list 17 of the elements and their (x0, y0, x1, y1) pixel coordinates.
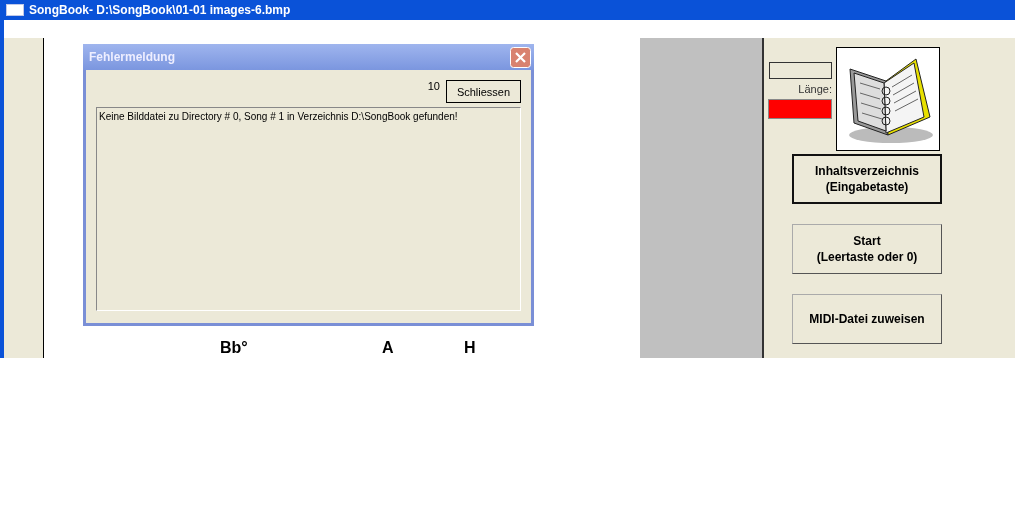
error-message: Keine Bilddatei zu Directory # 0, Song # 1 in Verzeichnis D:\SongBook gefunden! (99, 111, 458, 122)
close-button[interactable]: Schliessen (446, 80, 521, 103)
chord-label: A (382, 338, 395, 358)
info-field (769, 62, 832, 79)
close-icon[interactable] (510, 46, 531, 68)
panel-button[interactable]: Start (Leertaste oder 0) (792, 224, 942, 274)
panel-button[interactable]: MIDI-Datei zuweisen (792, 294, 942, 344)
length-label: Länge: (798, 83, 832, 95)
length-indicator (768, 99, 832, 119)
panel-button[interactable]: Inhaltsverzeichnis (Eingabetaste) (792, 154, 942, 204)
book-icon[interactable] (836, 47, 940, 151)
window-title: SongBook- D:\SongBook\01-01 images-6.bmp (29, 3, 291, 17)
chord-label: Bb° (220, 338, 249, 358)
dialog-title: Fehlermeldung (89, 50, 175, 64)
countdown-text: 10 (427, 80, 440, 92)
window-icon (6, 4, 24, 16)
chord-label: H (464, 338, 477, 358)
